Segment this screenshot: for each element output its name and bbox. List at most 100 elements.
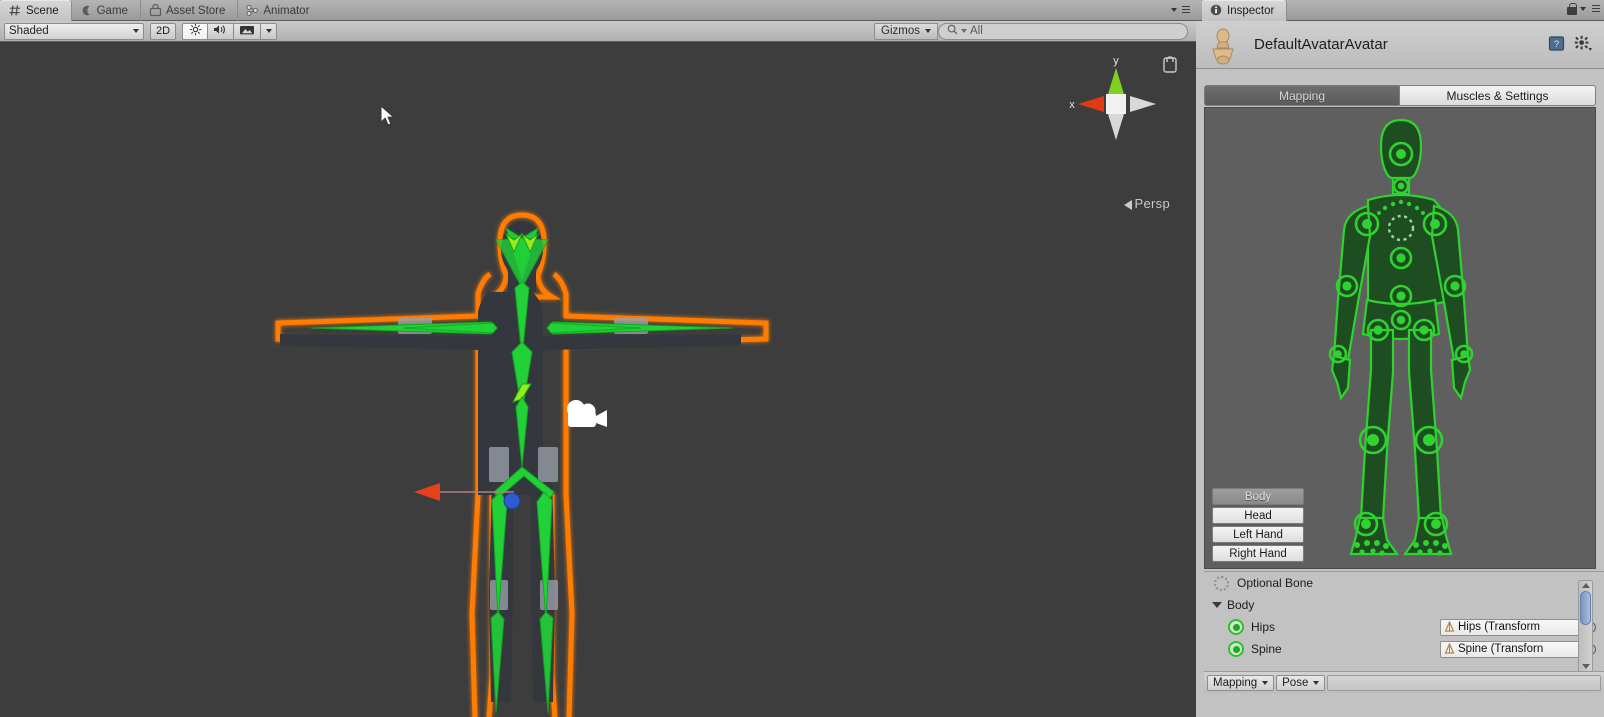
- toggle-effects-button[interactable]: [234, 22, 262, 40]
- page-title: DefaultAvatarAvatar: [1254, 36, 1388, 53]
- tab-inspector[interactable]: Inspector: [1202, 0, 1288, 21]
- move-handle-center: [503, 492, 521, 510]
- scene-tabbar: Scene Game Asset Store Animator: [0, 0, 1196, 21]
- scene-viewport[interactable]: y x Persp: [0, 42, 1196, 717]
- scroll-down-arrow-icon[interactable]: [1581, 664, 1590, 669]
- transform-icon: [1444, 642, 1455, 655]
- tab-game[interactable]: Game: [72, 0, 141, 21]
- gizmo-y-label: y: [1113, 55, 1119, 67]
- chevron-down-icon: [1313, 680, 1320, 685]
- bone-row-hips-object-field[interactable]: Hips (Transform: [1440, 618, 1580, 636]
- inspector-mode-tabs: Mapping Muscles & Settings: [1196, 85, 1604, 107]
- toggle-2d-button[interactable]: 2D: [150, 22, 177, 40]
- gizmos-dropdown[interactable]: Gizmos: [874, 22, 938, 40]
- tab-scene-label: Scene: [26, 4, 59, 17]
- panel-menu-icon: [1589, 4, 1600, 14]
- pose-menu-button[interactable]: Pose: [1276, 674, 1326, 691]
- tab-inspector-label: Inspector: [1227, 4, 1275, 17]
- left-arrow-icon: [1123, 199, 1132, 210]
- body-part-body[interactable]: Body: [1212, 488, 1304, 505]
- optional-bone-row[interactable]: Optional Bone: [1204, 572, 1604, 594]
- gizmo-neg-y-axis: [1108, 114, 1124, 140]
- chevron-down-icon: [133, 29, 139, 33]
- panel-menu-icon: [1179, 5, 1190, 15]
- info-icon: [1210, 4, 1223, 17]
- chevron-down-icon: [265, 29, 272, 33]
- bone-row-spine[interactable]: Spine Spine (Transforn: [1204, 638, 1604, 660]
- scene-search-value: All: [970, 25, 983, 37]
- body-part-right-hand[interactable]: Right Hand: [1212, 545, 1304, 562]
- animator-icon: [246, 4, 259, 17]
- bone-status-assigned-icon: [1228, 641, 1244, 657]
- gamepad-icon: [80, 4, 93, 17]
- tab-asset-store[interactable]: Asset Store: [141, 0, 239, 21]
- bone-row-hips[interactable]: Hips Hips (Transform: [1204, 616, 1604, 638]
- scene-3d-content: [275, 212, 769, 717]
- toggle-audio-button[interactable]: [208, 22, 235, 40]
- effects-dropdown-button[interactable]: [261, 22, 278, 40]
- scene-panel: Scene Game Asset Store Animator Shaded 2…: [0, 0, 1196, 717]
- unity-editor-window: Scene Game Asset Store Animator Shaded 2…: [0, 0, 1604, 717]
- footer-filler: [1327, 674, 1601, 691]
- tab-scene[interactable]: Scene: [0, 0, 72, 21]
- toggle-2d-label: 2D: [156, 25, 171, 37]
- scrollbar-thumb[interactable]: [1580, 591, 1591, 625]
- bone-group-label: Body: [1227, 598, 1255, 612]
- bone-row-spine-label: Spine: [1251, 642, 1282, 656]
- avatar-icon: [1212, 28, 1234, 65]
- inspector-scrollbar[interactable]: [1578, 580, 1593, 672]
- dotted-circle-icon: [1214, 575, 1229, 591]
- draw-mode-label: Shaded: [9, 25, 49, 37]
- bone-row-spine-object-field[interactable]: Spine (Transforn: [1440, 640, 1580, 658]
- tab-mapping-label: Mapping: [1278, 88, 1326, 103]
- tab-mapping[interactable]: Mapping: [1204, 85, 1400, 106]
- bone-list: Optional Bone Body Hips Hips (Transform …: [1204, 571, 1604, 672]
- body-part-head[interactable]: Head: [1212, 507, 1304, 524]
- gizmo-center-cube: [1106, 94, 1126, 114]
- chevron-down-icon: [1262, 680, 1269, 685]
- image-icon: [239, 24, 255, 39]
- tab-muscles-and-settings[interactable]: Muscles & Settings: [1400, 85, 1596, 106]
- chevron-down-icon: [961, 29, 967, 33]
- toggle-lighting-button[interactable]: [182, 22, 209, 40]
- gizmos-label: Gizmos: [881, 25, 920, 37]
- transform-icon: [1444, 620, 1455, 633]
- speaker-icon: [213, 23, 228, 39]
- chevron-down-icon: [925, 29, 931, 33]
- search-icon: [947, 24, 958, 38]
- scene-orientation-gizmo[interactable]: y x: [1046, 50, 1186, 160]
- move-handle-x-arrow: [414, 483, 440, 501]
- projection-mode-label[interactable]: Persp: [1123, 196, 1170, 211]
- svg-text:?: ?: [1554, 39, 1559, 50]
- tab-asset-store-label: Asset Store: [165, 4, 226, 17]
- tab-animator-label: Animator: [263, 4, 310, 17]
- help-icon[interactable]: ?: [1548, 35, 1565, 55]
- store-icon: [149, 3, 162, 17]
- avatar-skeleton: [310, 226, 734, 714]
- scroll-up-arrow-icon[interactable]: [1581, 583, 1590, 588]
- gizmo-x-label: x: [1069, 99, 1075, 111]
- draw-mode-dropdown[interactable]: Shaded: [4, 22, 144, 40]
- scene-panel-menu-button[interactable]: [1171, 0, 1196, 20]
- foldout-arrow-icon[interactable]: [1212, 602, 1222, 608]
- tab-animator[interactable]: Animator: [238, 0, 321, 21]
- bone-status-assigned-icon: [1228, 619, 1244, 635]
- inspector-tabbar: Inspector: [1196, 0, 1604, 21]
- body-part-buttons: Body Head Left Hand Right Hand: [1212, 488, 1304, 564]
- tab-game-label: Game: [96, 4, 128, 17]
- mapping-menu-button[interactable]: Mapping: [1207, 674, 1275, 691]
- bone-row-spine-value: Spine (Transforn: [1458, 643, 1544, 655]
- gear-icon[interactable]: [1574, 35, 1592, 55]
- optional-bone-label: Optional Bone: [1237, 576, 1314, 590]
- bone-group-body[interactable]: Body: [1204, 594, 1604, 616]
- body-part-left-hand[interactable]: Left Hand: [1212, 526, 1304, 543]
- lock-icon: [1567, 3, 1577, 15]
- inspector-lock-button[interactable]: [1567, 3, 1600, 15]
- scene-search-input[interactable]: All: [938, 22, 1188, 40]
- gizmo-y-axis: [1108, 68, 1124, 94]
- chevron-down-icon: [1171, 8, 1177, 12]
- grid-icon: [9, 4, 22, 17]
- chevron-down-icon: [1580, 7, 1586, 11]
- scene-toolbar: Shaded 2D Gizmos All: [0, 21, 1196, 42]
- bone-row-hips-value: Hips (Transform: [1458, 621, 1540, 633]
